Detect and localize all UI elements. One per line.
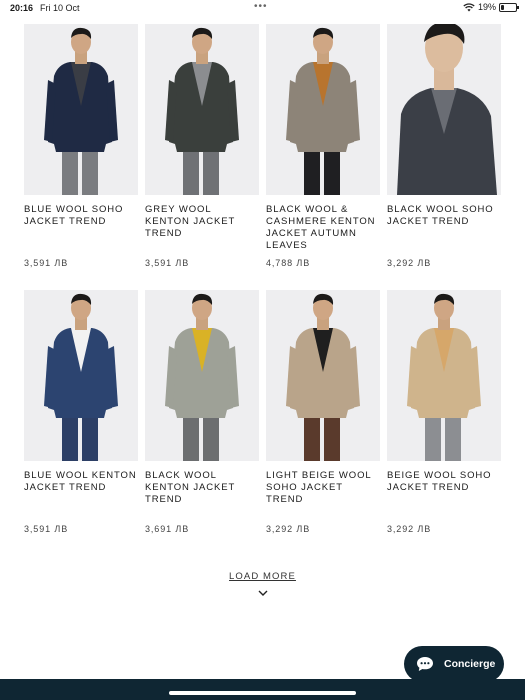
wifi-icon — [463, 2, 475, 12]
multitasking-dots-icon[interactable]: ••• — [254, 1, 268, 12]
product-card[interactable]: BLACK WOOL SOHO JACKET TREND 3,292 ЛВ — [387, 24, 501, 290]
chat-bubble-icon — [416, 656, 434, 672]
product-card[interactable]: BLACK WOOL KENTON JACKET TREND 3,691 ЛВ — [145, 290, 259, 556]
product-name[interactable]: BLUE WOOL SOHO JACKET TREND — [24, 204, 138, 252]
product-image[interactable] — [387, 24, 501, 195]
product-image[interactable] — [24, 24, 138, 195]
product-card[interactable]: LIGHT BEIGE WOOL SOHO JACKET TREND 3,292 … — [266, 290, 380, 556]
product-name[interactable]: LIGHT BEIGE WOOL SOHO JACKET TREND — [266, 470, 380, 518]
home-indicator[interactable] — [169, 691, 356, 695]
product-image[interactable] — [266, 24, 380, 195]
product-card[interactable]: BLUE WOOL KENTON JACKET TREND 3,591 ЛВ — [24, 290, 138, 556]
status-indicators: 19% — [463, 2, 519, 12]
product-price: 3,591 ЛВ — [145, 258, 190, 268]
product-name[interactable]: GREY WOOL KENTON JACKET TREND — [145, 204, 259, 252]
load-more: LOAD MORE — [0, 566, 525, 596]
chevron-down-icon[interactable] — [258, 590, 268, 596]
battery-percent: 19% — [477, 2, 496, 12]
status-date: Fri 10 Oct — [40, 3, 80, 13]
product-price: 3,591 ЛВ — [24, 524, 69, 534]
load-more-link[interactable]: LOAD MORE — [229, 571, 296, 582]
status-bar: 20:16 Fri 10 Oct ••• 19% — [0, 0, 525, 16]
product-price: 3,292 ЛВ — [387, 524, 432, 534]
product-card[interactable]: BEIGE WOOL SOHO JACKET TREND 3,292 ЛВ — [387, 290, 501, 556]
product-price: 3,292 ЛВ — [387, 258, 432, 268]
product-name[interactable]: BLACK WOOL SOHO JACKET TREND — [387, 204, 501, 252]
product-card[interactable]: GREY WOOL KENTON JACKET TREND 3,591 ЛВ — [145, 24, 259, 290]
product-card[interactable]: BLACK WOOL & CASHMERE KENTON JACKET AUTU… — [266, 24, 380, 290]
product-price: 3,292 ЛВ — [266, 524, 311, 534]
product-name[interactable]: BLUE WOOL KENTON JACKET TREND — [24, 470, 138, 518]
product-price: 4,788 ЛВ — [266, 258, 311, 268]
product-image[interactable] — [145, 290, 259, 461]
bottom-bar — [0, 679, 525, 700]
product-image[interactable] — [387, 290, 501, 461]
product-card[interactable]: BLUE WOOL SOHO JACKET TREND 3,591 ЛВ — [24, 24, 138, 290]
product-image[interactable] — [145, 24, 259, 195]
product-image[interactable] — [24, 290, 138, 461]
product-name[interactable]: BEIGE WOOL SOHO JACKET TREND — [387, 470, 501, 518]
status-time: 20:16 — [10, 3, 34, 13]
product-price: 3,691 ЛВ — [145, 524, 190, 534]
battery-icon — [499, 2, 519, 12]
concierge-label: Concierge — [444, 658, 496, 670]
product-price: 3,591 ЛВ — [24, 258, 69, 268]
product-grid: BLUE WOOL SOHO JACKET TREND 3,591 ЛВ GREY … — [24, 24, 501, 556]
product-name[interactable]: BLACK WOOL KENTON JACKET TREND — [145, 470, 259, 518]
product-name[interactable]: BLACK WOOL & CASHMERE KENTON JACKET AUTU… — [266, 204, 380, 252]
product-image[interactable] — [266, 290, 380, 461]
concierge-button[interactable]: Concierge — [404, 646, 504, 682]
